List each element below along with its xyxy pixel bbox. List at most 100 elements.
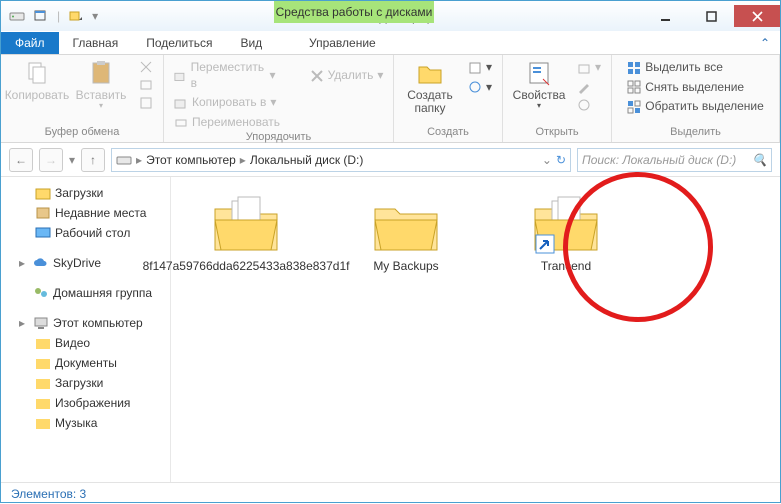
select-none-button[interactable]: Снять выделение <box>625 79 746 97</box>
invert-icon <box>627 100 641 114</box>
item-count: Элементов: 3 <box>11 487 86 501</box>
tree-videos[interactable]: Видео <box>1 333 170 353</box>
folder-icon <box>35 375 51 391</box>
select-all-button[interactable]: Выделить все <box>625 59 725 77</box>
recent-menu[interactable]: ▾ <box>69 153 75 167</box>
drive-icon <box>116 152 132 168</box>
edit-icon <box>577 80 591 94</box>
tree-recent[interactable]: Недавние места <box>1 203 170 223</box>
paste-button[interactable]: Вставить▾ <box>73 59 129 111</box>
folder-item[interactable]: 8f147a59766dda6225433a838e837d1f <box>181 195 311 273</box>
back-button[interactable]: ← <box>9 148 33 172</box>
easy-access-button[interactable]: ▾ <box>466 79 494 97</box>
up-button[interactable]: ↑ <box>81 148 105 172</box>
ribbon-tabs: Файл Главная Поделиться Вид Управление ⌃ <box>1 31 780 55</box>
crumb-drive[interactable]: Локальный диск (D:) <box>250 153 364 167</box>
maximize-button[interactable] <box>688 5 734 27</box>
open-button[interactable]: ▾ <box>575 59 603 77</box>
copy-path-button[interactable] <box>137 77 155 93</box>
paste-shortcut-button[interactable] <box>137 95 155 111</box>
cut-icon <box>139 60 153 74</box>
newitem-icon <box>468 61 482 75</box>
properties-button[interactable]: Свойства▾ <box>511 59 567 111</box>
qat-sep: | <box>57 9 60 23</box>
minimize-button[interactable] <box>642 5 688 27</box>
tab-manage[interactable]: Управление <box>295 32 390 54</box>
chevron-icon[interactable]: ▸ <box>240 153 246 167</box>
recent-icon <box>35 205 51 221</box>
homegroup-icon <box>33 285 49 301</box>
folder-icon <box>416 59 444 87</box>
tree-thispc[interactable]: ▸Этот компьютер <box>1 313 170 333</box>
explorer-body: Загрузки Недавние места Рабочий стол ▸Sk… <box>1 177 780 482</box>
folder-item[interactable]: Trancend <box>501 195 631 273</box>
ribbon: Копировать Вставить▾ Буфер обмена Переме… <box>1 55 780 143</box>
selectall-icon <box>627 61 641 75</box>
file-pane[interactable]: 8f147a59766dda6225433a838e837d1f My Back… <box>171 177 780 482</box>
rename-icon <box>174 116 188 130</box>
folder-icon <box>35 335 51 351</box>
tree-downloads2[interactable]: Загрузки <box>1 373 170 393</box>
copyto-icon <box>174 96 188 110</box>
tab-home[interactable]: Главная <box>59 32 133 54</box>
folder-icon <box>370 195 442 255</box>
tab-share[interactable]: Поделиться <box>132 32 226 54</box>
access-icon <box>468 80 482 94</box>
folder-icon <box>35 355 51 371</box>
search-icon: 🔍 <box>752 153 767 167</box>
nav-bar: ← → ▾ ↑ ▸ Этот компьютер ▸ Локальный дис… <box>1 143 780 177</box>
invert-selection-button[interactable]: Обратить выделение <box>625 98 766 116</box>
forward-button[interactable]: → <box>39 148 63 172</box>
tree-pictures[interactable]: Изображения <box>1 393 170 413</box>
delete-button[interactable]: Удалить ▾ <box>308 59 386 92</box>
cut-button[interactable] <box>137 59 155 75</box>
move-to-button[interactable]: Переместить в ▾ <box>172 59 278 92</box>
pc-icon <box>33 315 49 331</box>
move-icon <box>174 69 187 83</box>
group-clipboard: Копировать Вставить▾ Буфер обмена <box>1 55 164 142</box>
folder-icon <box>35 415 51 431</box>
drive-icon <box>9 8 25 24</box>
dropdown-icon[interactable] <box>68 8 84 24</box>
folder-item[interactable]: My Backups <box>341 195 471 273</box>
nav-tree[interactable]: Загрузки Недавние места Рабочий стол ▸Sk… <box>1 177 171 482</box>
folder-shortcut-icon <box>530 195 602 255</box>
crumb-thispc[interactable]: Этот компьютер <box>146 153 236 167</box>
dropdown-icon[interactable]: ⌄ <box>542 153 552 167</box>
tree-desktop[interactable]: Рабочий стол <box>1 223 170 243</box>
tree-music[interactable]: Музыка <box>1 413 170 433</box>
delete-icon <box>310 69 324 83</box>
tab-view[interactable]: Вид <box>226 32 276 54</box>
paste-icon <box>87 59 115 87</box>
copy-to-button[interactable]: Копировать в ▾ <box>172 94 278 112</box>
cloud-icon <box>33 255 49 271</box>
close-button[interactable] <box>734 5 780 27</box>
new-folder-button[interactable]: Создать папку <box>402 59 458 115</box>
shortcut-icon <box>139 96 153 110</box>
history-button[interactable] <box>575 97 603 113</box>
rename-button[interactable]: Переименовать <box>172 114 282 132</box>
chevron-icon[interactable]: ▸ <box>136 153 142 167</box>
refresh-icon[interactable]: ↻ <box>556 153 566 167</box>
search-box[interactable]: Поиск: Локальный диск (D:) 🔍 <box>577 148 772 172</box>
address-bar[interactable]: ▸ Этот компьютер ▸ Локальный диск (D:) ⌄… <box>111 148 571 172</box>
selectnone-icon <box>627 80 641 94</box>
new-window-icon[interactable] <box>33 8 49 24</box>
history-icon <box>577 98 591 112</box>
new-item-button[interactable]: ▾ <box>466 59 494 77</box>
edit-button[interactable] <box>575 79 603 95</box>
folder-icon <box>35 185 51 201</box>
path-icon <box>139 78 153 92</box>
status-bar: Элементов: 3 <box>1 482 780 504</box>
open-icon <box>577 61 591 75</box>
folder-docs-icon <box>210 195 282 255</box>
copy-button[interactable]: Копировать <box>9 59 65 102</box>
properties-icon <box>525 59 553 87</box>
tree-documents[interactable]: Документы <box>1 353 170 373</box>
tab-file[interactable]: Файл <box>1 32 59 54</box>
tree-downloads[interactable]: Загрузки <box>1 183 170 203</box>
tree-homegroup[interactable]: Домашняя группа <box>1 283 170 303</box>
ribbon-toggle-icon[interactable]: ⌃ <box>750 32 780 54</box>
title-bar: | ▾ Средства работы с дисками Локальный … <box>1 1 780 31</box>
copy-icon <box>23 59 51 87</box>
